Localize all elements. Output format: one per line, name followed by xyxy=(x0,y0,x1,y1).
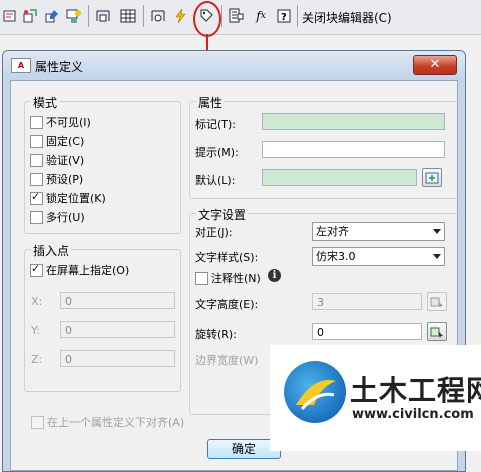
default-label: 默认(L): xyxy=(195,174,236,187)
annotative-checkbox[interactable]: 注释性(N) xyxy=(195,270,261,286)
preset-label: 预设(P) xyxy=(46,173,84,186)
site-logo-icon xyxy=(284,361,346,423)
insert-field-button[interactable] xyxy=(422,168,442,187)
checkbox-box[interactable] xyxy=(30,172,43,186)
pick-point-icon xyxy=(430,327,443,338)
lock-position-checkbox[interactable]: 锁定位置(K) xyxy=(30,190,106,206)
block-editor-toolbar: fx ? 关闭块编辑器(C) xyxy=(0,0,481,35)
chevron-down-icon xyxy=(433,229,441,234)
text-height-field[interactable]: 3 xyxy=(312,293,422,310)
multiline-label: 多行(U) xyxy=(46,211,85,224)
grid-table-icon[interactable] xyxy=(118,6,138,26)
mode-group: 模式 不可见(I) 固定(C) 验证(V) 预设(P) 锁定位置(K) xyxy=(24,94,181,234)
mode-group-label: 模式 xyxy=(31,94,60,111)
text-style-select[interactable]: 仿宋3.0 xyxy=(312,247,445,266)
close-button[interactable]: ✕ xyxy=(413,55,457,75)
y-label: Y: xyxy=(31,324,40,337)
text-style-label: 文字样式(S): xyxy=(195,251,259,264)
checkbox-box[interactable] xyxy=(30,134,43,148)
verify-label: 验证(V) xyxy=(46,154,85,167)
pick-rotation-button[interactable] xyxy=(427,322,447,341)
autocad-app-icon: A xyxy=(11,58,31,73)
z-field[interactable]: 0 xyxy=(60,350,175,367)
toolbar-divider xyxy=(221,5,222,27)
checkbox-box[interactable] xyxy=(30,210,43,224)
tag-label: 标记(T): xyxy=(195,118,237,131)
invisible-checkbox[interactable]: 不可见(I) xyxy=(30,114,91,130)
rotation-field[interactable]: 0 xyxy=(312,323,422,340)
dialog-title: 属性定义 xyxy=(35,60,84,74)
block-save-icon[interactable] xyxy=(64,6,84,26)
toolbar-divider xyxy=(143,5,144,27)
text-style-value: 仿宋3.0 xyxy=(316,250,356,263)
lock-position-label: 锁定位置(K) xyxy=(46,192,106,205)
watermark-url: www.civilcn.com xyxy=(352,407,474,422)
checkbox-box[interactable] xyxy=(30,115,43,129)
align-below-checkbox[interactable]: 在上一个属性定义下对齐(A) xyxy=(31,414,184,430)
pick-height-button[interactable] xyxy=(427,292,447,311)
insertion-point-label: 插入点 xyxy=(31,242,72,259)
toolbar-divider xyxy=(297,5,298,27)
tag-field[interactable] xyxy=(262,113,445,130)
block-properties-icon[interactable] xyxy=(226,6,246,26)
dialog-titlebar: A 属性定义 ✕ xyxy=(3,51,465,79)
z-label: Z: xyxy=(31,353,43,366)
y-field[interactable]: 0 xyxy=(60,321,175,338)
attribute-group: 属性 标记(T): 提示(M): 默认(L): xyxy=(189,94,459,199)
checkbox-box[interactable] xyxy=(195,271,208,285)
authoring-palette-icon[interactable] xyxy=(148,6,168,26)
info-icon[interactable]: i xyxy=(268,269,281,282)
text-height-label: 文字高度(E): xyxy=(195,298,259,311)
checkbox-box[interactable] xyxy=(30,262,43,277)
multiline-checkbox[interactable]: 多行(U) xyxy=(30,209,85,225)
default-field[interactable] xyxy=(262,169,417,186)
boundary-width-label: 边界宽度(W) xyxy=(195,354,259,367)
constant-label: 固定(C) xyxy=(46,135,85,148)
prompt-field[interactable] xyxy=(262,141,445,158)
attribute-group-label: 属性 xyxy=(196,94,225,111)
invisible-label: 不可见(I) xyxy=(46,116,91,129)
checkbox-box[interactable] xyxy=(30,190,43,205)
block-table-icon[interactable] xyxy=(93,6,113,26)
x-field[interactable]: 0 xyxy=(60,292,175,309)
annotative-label: 注释性(N) xyxy=(211,272,261,285)
block-parameter-icon[interactable] xyxy=(42,6,62,26)
insertion-point-group: 插入点 在屏幕上指定(O) X: 0 Y: 0 Z: 0 xyxy=(24,242,181,392)
specify-on-screen-label: 在屏幕上指定(O) xyxy=(46,264,130,277)
lightning-action-icon[interactable] xyxy=(171,6,191,26)
justify-label: 对正(J): xyxy=(195,226,233,239)
pick-point-icon xyxy=(430,297,443,308)
svg-text:?: ? xyxy=(281,12,287,23)
insert-field-icon xyxy=(425,172,439,183)
checkbox-box[interactable] xyxy=(31,415,44,429)
highlight-circle xyxy=(193,1,221,37)
watermark: 土木工程网 www.civilcn.com xyxy=(270,345,481,451)
justify-select[interactable]: 左对齐 xyxy=(312,222,445,241)
justify-value: 左对齐 xyxy=(316,225,349,238)
rotation-label: 旋转(R): xyxy=(195,328,237,341)
close-block-editor-button[interactable]: 关闭块编辑器(C) xyxy=(302,9,392,26)
fx-parameter-icon[interactable]: fx xyxy=(251,6,271,26)
text-settings-label: 文字设置 xyxy=(196,206,249,223)
checkbox-box[interactable] xyxy=(30,153,43,167)
preset-checkbox[interactable]: 预设(P) xyxy=(30,171,83,187)
prompt-label: 提示(M): xyxy=(195,146,239,159)
chevron-down-icon xyxy=(433,254,441,259)
verify-checkbox[interactable]: 验证(V) xyxy=(30,152,84,168)
block-attribute-icon[interactable] xyxy=(0,6,20,26)
specify-on-screen-checkbox[interactable]: 在屏幕上指定(O) xyxy=(30,262,129,278)
constant-checkbox[interactable]: 固定(C) xyxy=(30,133,84,149)
x-label: X: xyxy=(31,295,43,308)
align-below-label: 在上一个属性定义下对齐(A) xyxy=(47,416,185,429)
toolbar-divider xyxy=(88,5,89,27)
help-icon[interactable]: ? xyxy=(274,6,294,26)
watermark-title: 土木工程网 xyxy=(350,374,481,407)
block-insert-icon[interactable] xyxy=(20,6,40,26)
